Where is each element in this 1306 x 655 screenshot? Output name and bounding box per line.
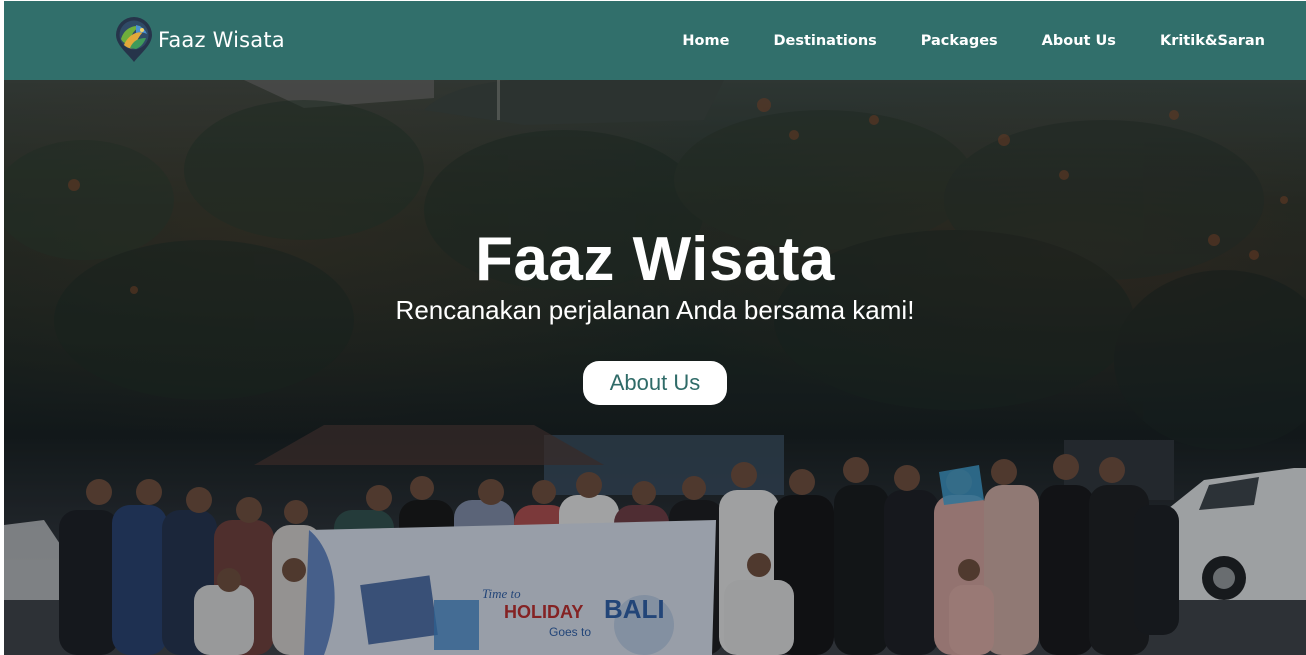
page-frame: Faaz Wisata Home Destinations Packages A… bbox=[4, 1, 1306, 655]
nav-link-home[interactable]: Home bbox=[660, 33, 751, 49]
hero-subtitle: Rencanakan perjalanan Anda bersama kami! bbox=[395, 295, 915, 325]
navbar: Faaz Wisata Home Destinations Packages A… bbox=[4, 1, 1306, 80]
brand-name: Faaz Wisata bbox=[158, 27, 285, 52]
nav-link-about-us[interactable]: About Us bbox=[1020, 33, 1138, 49]
hero-content: Faaz Wisata Rencanakan perjalanan Anda b… bbox=[4, 226, 1306, 405]
nav-links: Home Destinations Packages About Us Krit… bbox=[660, 1, 1306, 80]
map-pin-logo-icon bbox=[116, 17, 152, 62]
nav-link-destinations[interactable]: Destinations bbox=[751, 33, 898, 49]
brand-home-link[interactable]: Faaz Wisata bbox=[114, 17, 285, 63]
nav-link-packages[interactable]: Packages bbox=[899, 33, 1020, 49]
about-us-button[interactable]: About Us bbox=[582, 361, 728, 405]
hero-title: Faaz Wisata bbox=[475, 225, 835, 294]
hero-section: Time to HOLIDAY BALI Goes to Faaz Wisata… bbox=[4, 80, 1306, 655]
nav-link-kritik-saran[interactable]: Kritik&Saran bbox=[1138, 33, 1306, 49]
